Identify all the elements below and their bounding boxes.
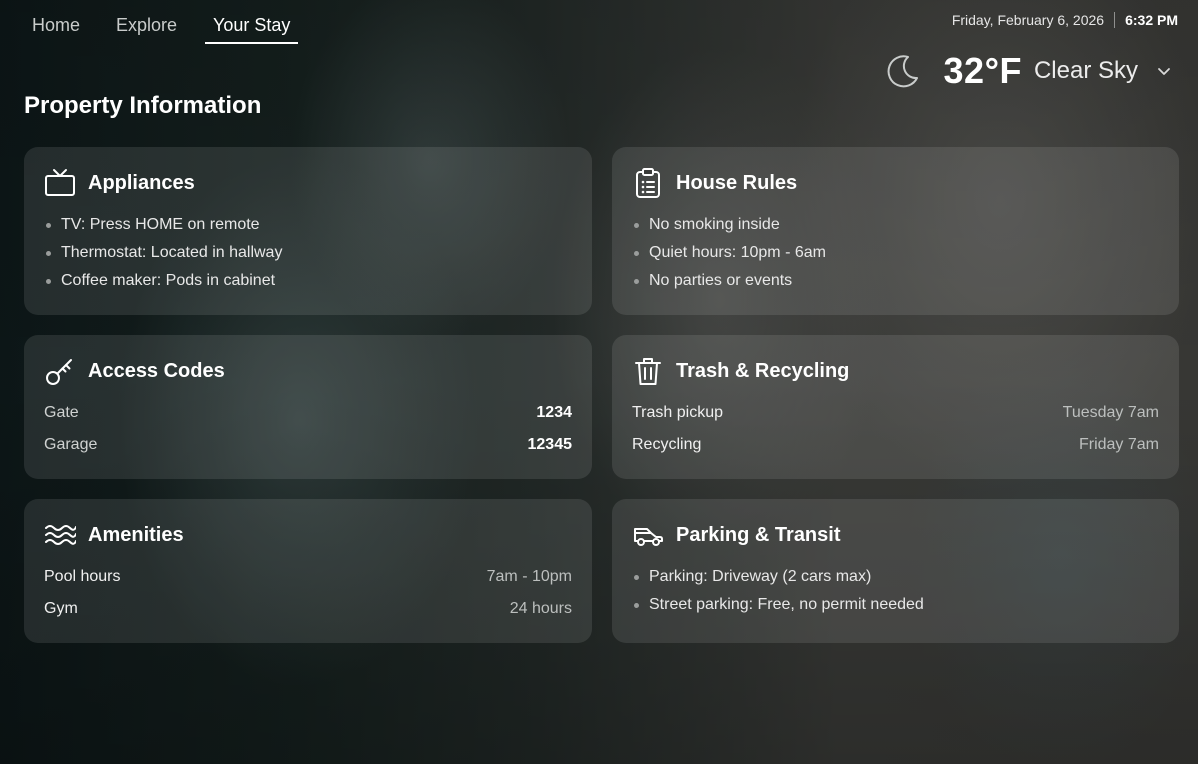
card-title: Trash & Recycling [676, 359, 850, 382]
amenities-list: Pool hours 7am - 10pm Gym 24 hours [44, 563, 572, 627]
current-date: Friday, February 6, 2026 [951, 12, 1105, 28]
trash-recycling-card: Trash & Recycling Trash pickup Tuesday 7… [612, 335, 1179, 479]
card-title: Appliances [88, 171, 195, 194]
list-item: Thermostat: Located in hallway [44, 239, 572, 267]
card-title: Parking & Transit [676, 523, 841, 546]
code-label: Gate [44, 404, 79, 421]
list-item: Gym 24 hours [44, 595, 572, 627]
chevron-down-icon[interactable] [1156, 63, 1172, 79]
amenity-label: Pool hours [44, 568, 121, 585]
list-item: Coffee maker: Pods in cabinet [44, 267, 572, 295]
access-codes-list: Gate 1234 Garage 12345 [44, 399, 572, 463]
list-item: Quiet hours: 10pm - 6am [632, 239, 1159, 267]
clipboard-icon [636, 168, 660, 198]
amenities-card: Amenities Pool hours 7am - 10pm Gym 24 h… [24, 499, 592, 643]
temperature: 32°F [943, 50, 1022, 91]
list-item: No parties or events [632, 267, 1159, 295]
amenity-label: Gym [44, 600, 78, 617]
date-time: Friday, February 6, 2026 6:32 PM [952, 12, 1178, 28]
access-codes-card: Access Codes Gate 1234 Garage 12345 [24, 335, 592, 479]
divider [1114, 12, 1116, 28]
code-value: 12345 [527, 436, 573, 453]
schedule-label: Recycling [632, 436, 702, 453]
current-time: 6:32 PM [1125, 12, 1178, 28]
amenity-value: 7am - 10pm [486, 568, 572, 585]
appliances-card: Appliances TV: Press HOME on remote Ther… [24, 147, 592, 315]
schedule-label: Trash pickup [632, 404, 723, 421]
weather-condition: Clear Sky [1033, 57, 1138, 84]
tv-icon [45, 169, 75, 196]
card-title: House Rules [676, 171, 798, 194]
list-item: Gate 1234 [44, 399, 572, 431]
list-item: Street parking: Free, no permit needed [632, 591, 1159, 619]
waves-icon [45, 525, 76, 545]
car-icon [634, 528, 663, 546]
house-rules-card: House Rules No smoking inside Quiet hour… [612, 147, 1179, 315]
amenity-value: 24 hours [509, 600, 572, 617]
parking-transit-card: Parking & Transit Parking: Driveway (2 c… [612, 499, 1179, 643]
tab-your-stay[interactable]: Your Stay [205, 12, 299, 44]
list-item: Pool hours 7am - 10pm [44, 563, 572, 595]
weather-widget[interactable]: 32°F Clear Sky [882, 50, 1172, 92]
list-item: Recycling Friday 7am [632, 431, 1159, 463]
page-title: Property Information [24, 92, 262, 119]
list-item: Garage 12345 [44, 431, 572, 463]
list-item: No smoking inside [632, 211, 1159, 239]
schedule-value: Tuesday 7am [1062, 404, 1159, 421]
moon-icon [887, 55, 918, 88]
card-title: Amenities [88, 523, 184, 546]
list-item: Trash pickup Tuesday 7am [632, 399, 1159, 431]
list-item: TV: Press HOME on remote [44, 211, 572, 239]
parking-list: Parking: Driveway (2 cars max) Street pa… [632, 563, 1159, 619]
house-rules-list: No smoking inside Quiet hours: 10pm - 6a… [632, 211, 1159, 295]
trash-icon [635, 358, 661, 385]
schedule-value: Friday 7am [1078, 436, 1159, 453]
key-icon [46, 359, 72, 385]
code-value: 1234 [536, 404, 572, 421]
card-title: Access Codes [88, 359, 225, 382]
top-nav: Home Explore Your Stay [32, 12, 326, 44]
appliances-list: TV: Press HOME on remote Thermostat: Loc… [44, 211, 572, 295]
tab-home[interactable]: Home [32, 12, 80, 44]
trash-schedule-list: Trash pickup Tuesday 7am Recycling Frida… [632, 399, 1159, 463]
list-item: Parking: Driveway (2 cars max) [632, 563, 1159, 591]
code-label: Garage [44, 436, 98, 453]
tab-explore[interactable]: Explore [116, 12, 177, 44]
